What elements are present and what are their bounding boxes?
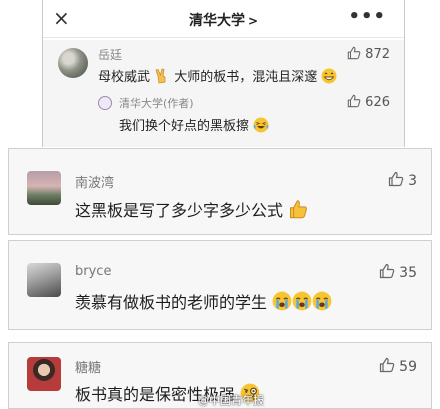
comment-text-content: 羡慕有做板书的老师的学生 xyxy=(75,293,268,312)
crying-emoji xyxy=(292,291,312,315)
reply-text-content: 我们换个好点的黑板擦 xyxy=(119,119,250,134)
thumb-up-icon xyxy=(380,263,395,279)
like-count: 872 xyxy=(365,47,390,62)
like-count: 35 xyxy=(399,265,417,281)
avatar[interactable] xyxy=(27,357,61,391)
nav-bar: × 清华大学 > ••• xyxy=(43,0,404,38)
like-button[interactable]: 3 xyxy=(388,171,417,189)
like-count: 3 xyxy=(408,173,417,189)
comment-text-part2: 大师的板书，混沌且深邃 xyxy=(174,70,318,85)
reply-like-button[interactable]: 626 xyxy=(347,94,390,110)
watermark: @中国青年报 xyxy=(198,394,264,407)
page-title-text: 清华大学 xyxy=(188,13,245,29)
comment-text: 羡慕有做板书的老师的学生 xyxy=(75,289,332,315)
chevron-right-icon: > xyxy=(247,14,259,28)
thumb-up-icon xyxy=(388,171,404,187)
reply-text: 我们换个好点的黑板擦 xyxy=(119,115,269,137)
comment-username[interactable]: 岳廷 xyxy=(98,46,122,63)
more-icon[interactable]: ••• xyxy=(348,6,386,27)
crying-emoji xyxy=(272,291,292,315)
reply-avatar[interactable] xyxy=(98,96,112,110)
comment-card: 南波湾 这黑板是写了多少字多少公式 3 xyxy=(8,148,432,235)
avatar[interactable] xyxy=(58,48,88,78)
avatar[interactable] xyxy=(27,263,61,297)
thumb-up-icon xyxy=(380,357,395,373)
victory-hand-emoji xyxy=(154,68,170,88)
like-button[interactable]: 35 xyxy=(379,263,417,281)
comment-username[interactable]: 糖糖 xyxy=(75,357,101,376)
avatar[interactable] xyxy=(27,171,61,205)
main-comment: 岳廷 母校威武 大师的板书，混沌且深邃 872 清华大学(作者) 我们换个好点的… xyxy=(43,40,404,147)
crying-emoji xyxy=(312,291,332,315)
grin-emoji xyxy=(321,68,337,88)
comment-username[interactable]: 南波湾 xyxy=(75,172,114,191)
like-count: 59 xyxy=(399,359,417,375)
laugh-cry-emoji xyxy=(253,117,269,137)
comment-text: 母校威武 大师的板书，混沌且深邃 xyxy=(98,66,337,88)
thumb-up-icon xyxy=(347,46,361,60)
comment-username[interactable]: bryce xyxy=(75,264,111,279)
comment-text: 这黑板是写了多少字多少公式 xyxy=(75,197,308,223)
comment-text-content: 这黑板是写了多少字多少公式 xyxy=(75,201,284,220)
comment-text-part1: 母校威武 xyxy=(98,70,151,85)
reply-username[interactable]: 清华大学(作者) xyxy=(119,95,194,111)
thumb-up-icon xyxy=(347,94,361,108)
like-button[interactable]: 59 xyxy=(379,357,417,375)
top-screenshot: × 清华大学 > ••• 岳廷 母校威武 大师的板书，混沌且深邃 872 清华大学… xyxy=(42,0,405,147)
reply-like-count: 626 xyxy=(365,95,390,110)
thumbs-up-emoji xyxy=(288,199,308,223)
like-button[interactable]: 872 xyxy=(347,46,390,62)
comment-card: bryce 羡慕有做板书的老师的学生 35 xyxy=(8,240,432,330)
